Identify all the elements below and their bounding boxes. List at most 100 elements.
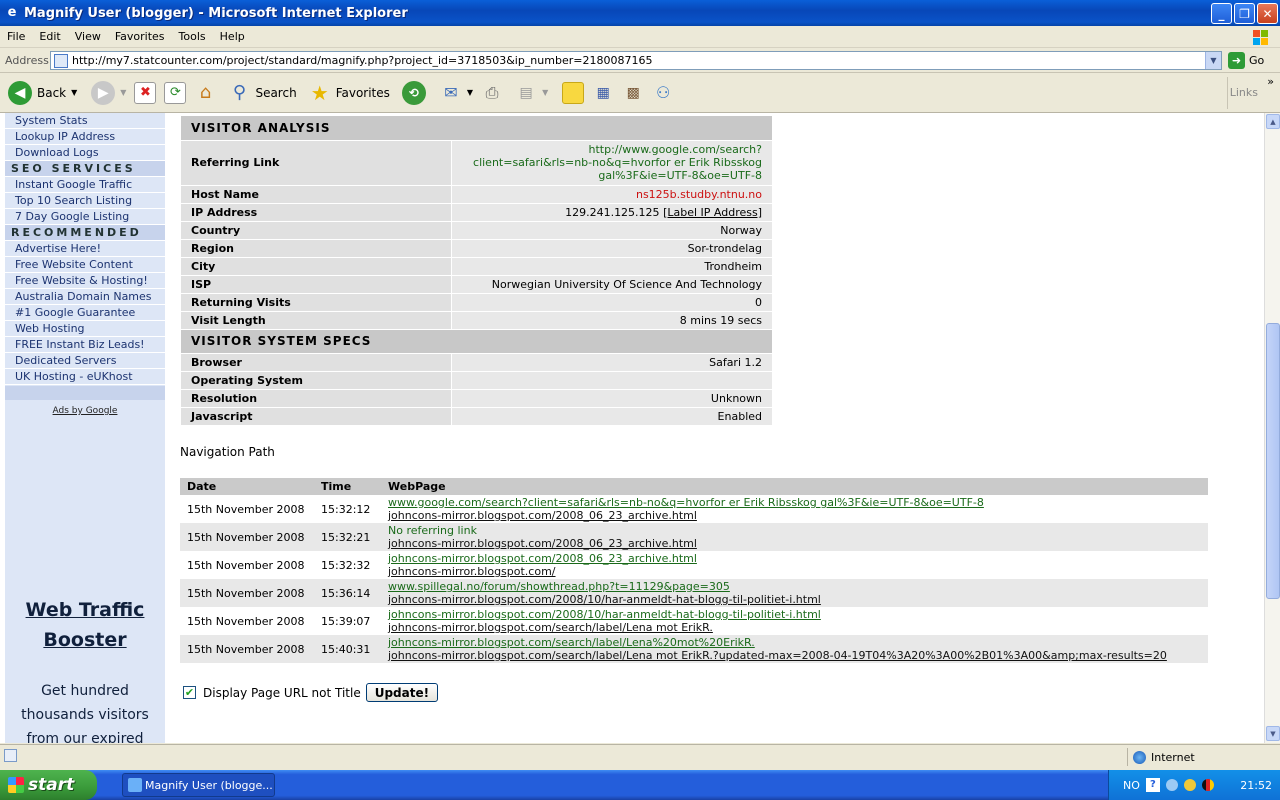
isp-label: ISP [181,275,452,294]
referrer-link[interactable]: johncons-mirror.blogspot.com/2008_06_23_… [388,552,1201,565]
system-specs-heading: VISITOR SYSTEM SPECS [181,329,772,354]
sidebar-item-7day[interactable]: 7 Day Google Listing [5,209,165,225]
maximize-button[interactable]: ❐ [1234,3,1255,24]
mail-dropdown-icon[interactable]: ▼ [467,88,473,97]
links-button[interactable]: Links [1230,86,1258,99]
page-link[interactable]: johncons-mirror.blogspot.com/ [388,565,1201,578]
sidebar-item-free-content[interactable]: Free Website Content [5,257,165,273]
history-button[interactable]: ⟲ [401,80,426,105]
sidebar-item-web-hosting[interactable]: Web Hosting [5,321,165,337]
notes-button[interactable] [562,81,585,104]
refresh-button[interactable]: ⟳ [164,81,187,104]
promo-title-link[interactable]: Web Traffic Booster [5,595,165,655]
flag-icon[interactable] [1201,779,1214,791]
messenger-button[interactable]: ▦ [592,82,614,104]
favorites-button[interactable]: ★ Favorites [309,81,390,105]
print-button[interactable]: ⎙ [481,82,503,104]
language-indicator[interactable]: NO [1123,779,1140,792]
menu-view[interactable]: View [68,30,108,43]
menu-edit[interactable]: Edit [32,30,67,43]
scrollbar-thumb[interactable] [1266,323,1280,599]
stop-button[interactable]: ✖ [134,81,157,104]
page-link[interactable]: johncons-mirror.blogspot.com/search/labe… [388,621,1201,634]
promo-title-line[interactable]: Booster [5,625,165,655]
toolbar-more-icon[interactable]: » [1267,75,1274,88]
back-label: Back [37,85,67,100]
scroll-down-arrow-icon[interactable]: ▼ [1266,726,1280,741]
forward-button[interactable]: ▶ ▼ [91,80,126,105]
start-button[interactable]: start [0,770,97,800]
referrer-link[interactable]: www.spillegal.no/forum/showthread.php?t=… [388,580,1201,593]
research-button[interactable]: ▩ [622,82,644,104]
javascript-label: Javascript [181,407,452,426]
promo-title-line[interactable]: Web Traffic [5,595,165,625]
menu-tools[interactable]: Tools [172,30,213,43]
sidebar-item-top10[interactable]: Top 10 Search Listing [5,193,165,209]
mail-button[interactable]: ✉ ▼ [440,82,473,104]
tray-app-icon[interactable] [1183,779,1196,791]
referrer-link[interactable]: johncons-mirror.blogspot.com/search/labe… [388,636,1201,649]
sidebar-item-instant-google[interactable]: Instant Google Traffic [5,177,165,193]
back-arrow-icon: ◀ [8,80,32,105]
ads-by-google-link[interactable]: Ads by Google [5,406,165,416]
address-dropdown-icon[interactable]: ▼ [1205,52,1221,69]
menu-file[interactable]: File [0,30,32,43]
address-input[interactable]: http://my7.statcounter.com/project/stand… [50,51,1222,70]
menu-favorites[interactable]: Favorites [108,30,172,43]
os-value [451,371,772,390]
menu-help[interactable]: Help [213,30,252,43]
search-button[interactable]: ⚲ Search [228,82,297,104]
referrer-link[interactable]: www.google.com/search?client=safari&rls=… [388,496,1201,509]
edit-button[interactable]: ▤ ▼ [515,82,548,104]
forward-dropdown-icon[interactable]: ▼ [120,88,126,97]
back-dropdown-icon[interactable]: ▼ [71,88,77,97]
sidebar-item-google-guarantee[interactable]: #1 Google Guarantee [5,305,165,321]
city-label: City [181,257,452,276]
edit-dropdown-icon[interactable]: ▼ [542,88,548,97]
print-icon: ⎙ [485,82,499,102]
sidebar-item-free-hosting[interactable]: Free Website & Hosting! [5,273,165,289]
sidebar-item-au-domains[interactable]: Australia Domain Names [5,289,165,305]
row-webpage: johncons-mirror.blogspot.com/search/labe… [381,635,1208,663]
page-link[interactable]: johncons-mirror.blogspot.com/2008_06_23_… [388,509,1201,522]
page-icon [54,53,68,68]
sidebar-item-uk-hosting[interactable]: UK Hosting - eUKhost [5,369,165,385]
close-button[interactable]: ✕ [1257,3,1278,24]
page-link[interactable]: johncons-mirror.blogspot.com/2008/10/har… [388,593,1201,606]
page-link[interactable]: johncons-mirror.blogspot.com/search/labe… [388,649,1201,662]
scroll-up-arrow-icon[interactable]: ▲ [1266,114,1280,129]
sidebar-item-advertise[interactable]: Advertise Here! [5,241,165,257]
referring-link[interactable]: http://www.google.com/search? client=saf… [451,140,772,186]
help-icon[interactable]: ? [1145,778,1160,792]
table-row: 15th November 2008 15:36:14 www.spillega… [180,579,1208,607]
display-url-checkbox[interactable]: ✔ [183,686,196,699]
taskbar-item-ie[interactable]: Magnify User (blogge... [122,773,275,797]
vertical-scrollbar[interactable]: ▲ ▼ [1264,113,1280,743]
back-button[interactable]: ◀ Back ▼ [8,80,77,105]
update-button[interactable]: Update! [365,683,439,702]
address-url[interactable]: http://my7.statcounter.com/project/stand… [72,54,652,67]
sidebar-item-system-stats[interactable]: System Stats [5,113,165,129]
go-button[interactable]: ➜ Go [1228,52,1264,69]
row-time: 15:32:12 [321,502,371,516]
referring-link-line[interactable]: gal%3F&ie=UTF-8&oe=UTF-8 [598,169,762,182]
label-ip-link[interactable]: [Label IP Address] [663,206,762,219]
sidebar-item-download-logs[interactable]: Download Logs [5,145,165,161]
sidebar-item-lookup-ip[interactable]: Lookup IP Address [5,129,165,145]
ip-value: 129.241.125.125 [565,205,660,219]
home-button[interactable]: ⌂ [194,82,216,104]
menu-bar: File Edit View Favorites Tools Help [0,26,1280,48]
referrer-link[interactable]: johncons-mirror.blogspot.com/2008/10/har… [388,608,1201,621]
minimize-button[interactable]: _ [1211,3,1232,24]
page-link[interactable]: johncons-mirror.blogspot.com/2008_06_23_… [388,537,1201,550]
referring-link-line[interactable]: client=safari&rls=nb-no&q=hvorfor er Eri… [473,156,762,169]
network-icon[interactable] [1165,779,1178,791]
returning-label: Returning Visits [181,293,452,312]
referring-link-line[interactable]: http://www.google.com/search? [589,143,763,156]
sidebar-item-biz-leads[interactable]: FREE Instant Biz Leads! [5,337,165,353]
promo-text: Get hundred thousands visitors from our … [5,679,165,743]
sidebar-item-dedicated[interactable]: Dedicated Servers [5,353,165,369]
host-value: ns125b.studby.ntnu.no [451,185,772,204]
contacts-button[interactable]: ⚇ [652,82,674,104]
search-label: Search [255,85,297,100]
